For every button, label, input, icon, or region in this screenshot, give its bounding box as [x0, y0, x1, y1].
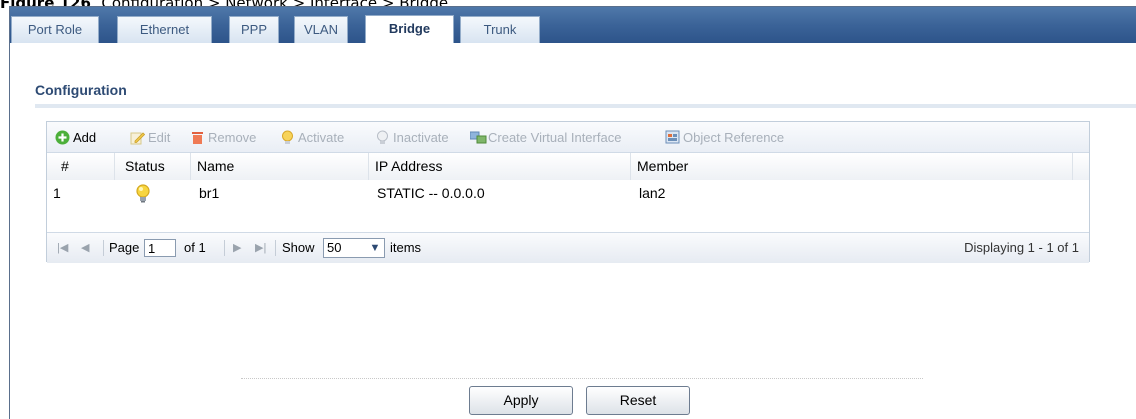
chevron-down-icon: ▼ — [369, 242, 381, 254]
tab-bar: Port Role Ethernet PPP VLAN Bridge Trunk — [10, 7, 1136, 43]
displaying-count: Displaying 1 - 1 of 1 — [964, 240, 1079, 255]
create-virtual-interface-button[interactable]: Create Virtual Interface — [469, 129, 622, 145]
edit-button[interactable]: Edit — [130, 129, 170, 145]
activate-label: Activate — [298, 129, 345, 145]
items-per-page-value: 50 — [327, 240, 342, 255]
row-ip-address: STATIC -- 0.0.0.0 — [377, 185, 485, 201]
section-title: Configuration — [35, 82, 127, 98]
add-label: Add — [73, 129, 97, 145]
remove-label: Remove — [208, 129, 257, 145]
add-icon — [55, 130, 70, 145]
object-reference-icon — [665, 130, 680, 145]
previous-page-icon[interactable]: ◀ — [81, 233, 89, 263]
inactivate-button[interactable]: Inactivate — [375, 129, 449, 145]
lightbulb-on-icon — [280, 130, 295, 145]
tab-vlan[interactable]: VLAN — [294, 16, 348, 43]
tab-bridge[interactable]: Bridge — [365, 15, 454, 43]
button-divider — [241, 378, 923, 379]
table-toolbar: Add Edit Remove Activate Inactivate Crea… — [47, 122, 1089, 153]
object-reference-label: Object Reference — [683, 129, 785, 145]
remove-button[interactable]: Remove — [190, 129, 256, 145]
edit-icon — [130, 130, 146, 145]
section-divider — [35, 104, 1136, 108]
row-name: br1 — [199, 185, 220, 201]
row-index: 1 — [53, 185, 61, 201]
show-label: Show — [282, 240, 315, 255]
main-window: Port Role Ethernet PPP VLAN Bridge Trunk… — [9, 6, 1136, 419]
tab-trunk[interactable]: Trunk — [460, 16, 540, 43]
inactivate-label: Inactivate — [393, 129, 449, 145]
column-header-status[interactable]: Status — [115, 153, 191, 180]
pager-separator — [103, 240, 104, 256]
column-header-index[interactable]: # — [47, 153, 115, 180]
lightbulb-icon — [135, 180, 165, 207]
reset-button[interactable]: Reset — [586, 386, 690, 415]
lightbulb-off-icon — [375, 130, 390, 145]
tab-ppp[interactable]: PPP — [229, 16, 279, 43]
apply-button[interactable]: Apply — [469, 386, 573, 415]
pager-separator — [224, 240, 225, 256]
column-header-name[interactable]: Name — [191, 153, 369, 180]
column-header-member[interactable]: Member — [631, 153, 1073, 180]
tab-ethernet[interactable]: Ethernet — [117, 16, 212, 43]
page-label: Page — [109, 240, 140, 255]
edit-label: Edit — [148, 129, 171, 145]
activate-button[interactable]: Activate — [280, 129, 344, 145]
network-icon — [469, 130, 487, 145]
pager-separator — [275, 240, 276, 256]
row-member: lan2 — [639, 185, 666, 201]
page-count-label: of 1 — [184, 240, 206, 255]
last-page-icon[interactable]: ▶| — [255, 233, 266, 263]
page-number-input[interactable]: 1 — [144, 239, 176, 257]
table-header: # Status Name IP Address Member — [47, 153, 1089, 181]
items-label: items — [390, 240, 422, 255]
items-per-page-select[interactable]: 50 ▼ — [323, 238, 385, 258]
first-page-icon[interactable]: |◀ — [57, 233, 68, 263]
next-page-icon[interactable]: ▶ — [233, 233, 241, 263]
bridge-table: Add Edit Remove Activate Inactivate Crea… — [46, 121, 1090, 263]
table-row[interactable]: 1 br1 STATIC -- 0.0.0.0 lan2 — [47, 180, 1089, 207]
column-header-ip-address[interactable]: IP Address — [369, 153, 631, 180]
create-virtual-label: Create Virtual Interface — [488, 129, 622, 145]
pagination-bar: |◀ ◀ Page 1 of 1 ▶ ▶| Show 50 ▼ items Dis… — [47, 232, 1089, 263]
trash-icon — [190, 130, 205, 145]
tab-port-role[interactable]: Port Role — [11, 16, 99, 43]
object-reference-button[interactable]: Object Reference — [665, 129, 784, 145]
add-button[interactable]: Add — [55, 129, 96, 145]
